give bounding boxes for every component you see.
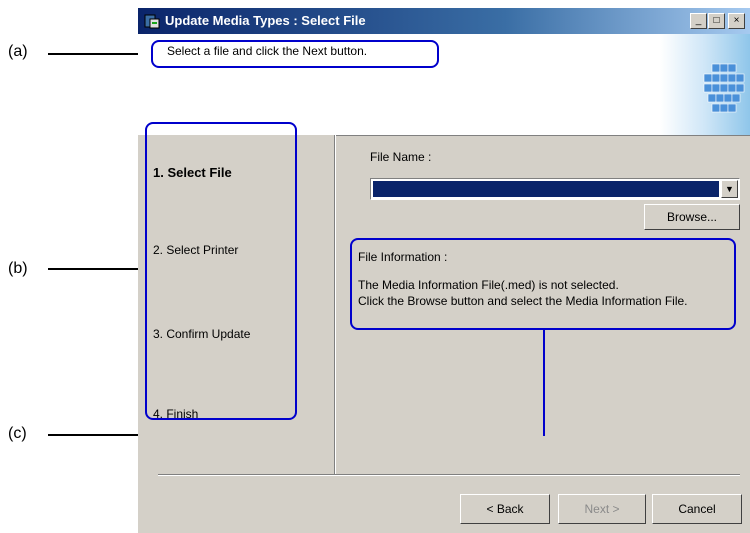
minimize-button[interactable]: _ (690, 13, 707, 29)
callout-c-box (350, 238, 736, 330)
callout-b-label: (b) (8, 260, 28, 277)
browse-button[interactable]: Browse... (644, 204, 740, 230)
file-name-label: File Name : (370, 150, 432, 164)
close-button[interactable]: × (728, 13, 745, 29)
panel-divider-highlight (335, 135, 336, 474)
chevron-down-icon[interactable]: ▼ (721, 180, 738, 198)
app-icon (144, 14, 160, 29)
title-bar[interactable]: Update Media Types : Select File _ □ × (138, 8, 750, 34)
window-title: Update Media Types : Select File (165, 13, 366, 28)
maximize-button[interactable]: □ (708, 13, 725, 29)
next-button[interactable]: Next > (558, 494, 646, 524)
header-banner-graphic (660, 34, 750, 135)
callout-a-label: (a) (8, 43, 28, 60)
back-button[interactable]: < Back (460, 494, 550, 524)
footer-divider-highlight (158, 475, 740, 476)
callout-c-connector (543, 330, 545, 436)
file-name-combobox[interactable]: ▼ (370, 178, 740, 200)
callout-c-label: (c) (8, 425, 27, 442)
callout-a-leader (48, 53, 152, 55)
cancel-button[interactable]: Cancel (652, 494, 742, 524)
file-name-selection (373, 181, 719, 197)
callout-a-box (151, 40, 439, 68)
callout-b-box (145, 122, 297, 420)
callout-b-leader (48, 268, 145, 270)
